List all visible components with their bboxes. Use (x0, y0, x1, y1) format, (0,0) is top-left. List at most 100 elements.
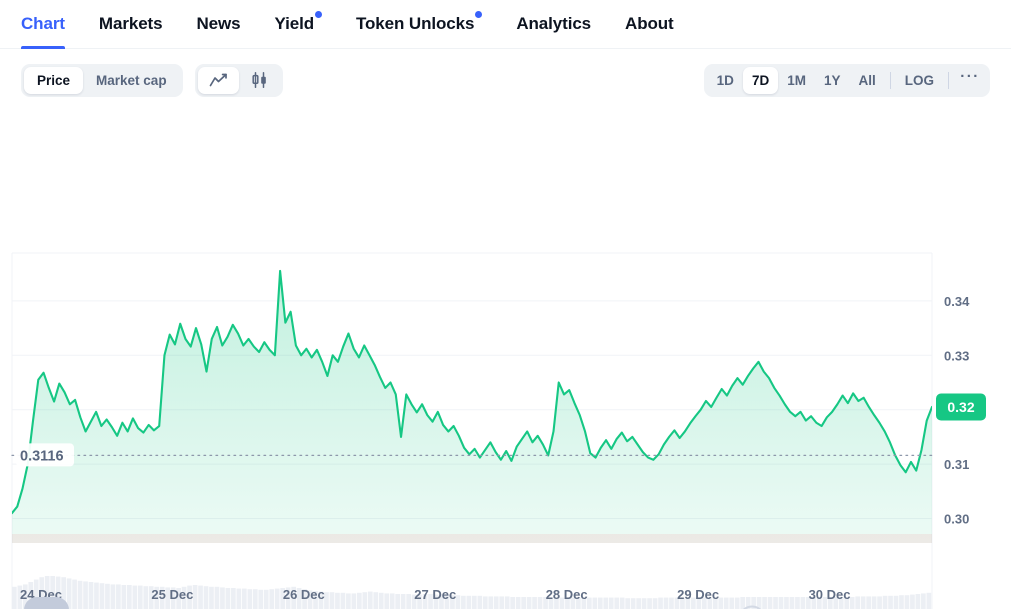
range-all-label: All (858, 72, 876, 88)
volume-bar (521, 597, 526, 609)
tab-about[interactable]: About (625, 0, 674, 49)
volume-bar (400, 594, 406, 609)
volume-bar (88, 582, 94, 609)
tab-chart[interactable]: Chart (21, 0, 65, 49)
range-1y-label: 1Y (823, 72, 841, 88)
volume-bar (274, 588, 280, 609)
log-scale-button[interactable]: LOG (896, 67, 943, 94)
volume-bar (329, 592, 335, 609)
volume-bar (137, 585, 143, 609)
tab-token-unlocks-label: Token Unlocks (355, 14, 475, 33)
volume-bar (652, 598, 658, 609)
reference-price-label: 0.3116 (20, 448, 64, 464)
range-all[interactable]: All (849, 67, 884, 94)
volume-bar (83, 581, 88, 609)
range-1y[interactable]: 1Y (815, 67, 850, 94)
range-7d[interactable]: 7D (742, 66, 779, 94)
volume-bar (466, 595, 472, 609)
volume-bar (734, 597, 740, 609)
volume-bar (647, 598, 652, 609)
x-axis-tick-label: 28 Dec (546, 587, 588, 602)
volume-bar (77, 580, 83, 609)
volume-bar (472, 595, 477, 609)
more-options-label: ··· (960, 68, 980, 85)
volume-bar (718, 597, 724, 609)
volume-bar (351, 593, 357, 609)
tab-markets-label: Markets (98, 14, 163, 33)
volume-bar (762, 597, 767, 609)
volume-bar (389, 593, 395, 609)
volume-bar (324, 592, 329, 609)
volume-bar (597, 597, 603, 609)
volume-bar (488, 596, 494, 609)
volume-bar (510, 597, 516, 609)
volume-bar (630, 598, 636, 609)
x-axis-tick-label: 25 Dec (151, 587, 193, 602)
volume-bar (263, 589, 269, 609)
volume-bar (729, 597, 735, 609)
volume-bar (619, 597, 625, 609)
tab-about-label: About (625, 14, 674, 33)
chart-type-toggle (194, 63, 283, 97)
nav-tabs: Chart Markets News Yield Token Unlocks A… (0, 0, 1011, 49)
metric-option-market-cap[interactable]: Market cap (83, 67, 180, 94)
line-chart-icon[interactable] (197, 66, 239, 94)
metric-option-price[interactable]: Price (24, 66, 84, 94)
toolbar-left-group: Price Market cap (21, 63, 283, 97)
volume-bar (362, 592, 368, 609)
volume-bar (225, 588, 231, 609)
partially-visible-button[interactable] (24, 597, 69, 609)
volume-bar (504, 596, 510, 609)
volume-bar (231, 588, 236, 609)
x-axis-tick-label: 26 Dec (283, 587, 325, 602)
x-axis-tick-label: 29 Dec (677, 587, 719, 602)
volume-bar (477, 595, 483, 609)
candlestick-chart-icon[interactable] (239, 67, 280, 94)
volume-bar (614, 597, 620, 609)
tab-news[interactable]: News (196, 0, 240, 49)
volume-bar (625, 598, 631, 609)
volume-bar (99, 583, 105, 609)
volume-bar (367, 591, 373, 609)
volume-bar (636, 598, 641, 609)
notification-dot-icon (475, 10, 483, 18)
more-options-icon[interactable]: ··· (954, 67, 986, 94)
range-1m[interactable]: 1M (778, 67, 815, 94)
volume-bar (515, 597, 521, 609)
volume-bar (247, 589, 253, 609)
volume-bar (340, 592, 346, 609)
volume-bar (532, 597, 537, 609)
tab-token-unlocks[interactable]: Token Unlocks (355, 0, 483, 49)
toolbar-divider (948, 71, 949, 89)
volume-bar (357, 592, 362, 609)
range-1m-label: 1M (787, 72, 806, 88)
y-axis-tick-label: 0.30 (944, 512, 969, 527)
y-axis-tick-label: 0.31 (944, 457, 969, 472)
volume-bar (493, 596, 499, 609)
tab-analytics[interactable]: Analytics (516, 0, 591, 49)
volume-bar (461, 595, 466, 609)
volume-bar (72, 579, 77, 609)
volume-bar (335, 592, 340, 609)
toolbar-right-group: 1D 7D 1M 1Y All LOG ··· (703, 63, 990, 97)
y-axis-tick-label: 0.34 (944, 294, 970, 309)
volume-bar (94, 582, 99, 609)
range-1d[interactable]: 1D (708, 67, 743, 94)
time-range-selector: 1D 7D 1M 1Y All LOG ··· (703, 63, 990, 97)
range-1d-label: 1D (716, 72, 734, 88)
metric-option-market-cap-label: Market cap (96, 72, 167, 88)
log-scale-label: LOG (904, 72, 934, 88)
price-chart-canvas[interactable]: CoinMarketCap 0.3116 0.340.330.320.310.3… (0, 111, 1011, 609)
volume-bar (587, 597, 592, 609)
metric-option-price-label: Price (37, 72, 71, 88)
volume-bar (482, 596, 488, 609)
volume-bar (378, 592, 384, 609)
tab-yield[interactable]: Yield (274, 0, 322, 49)
volume-bar (121, 585, 127, 609)
price-chart[interactable]: CoinMarketCap 0.3116 0.340.330.320.310.3… (0, 111, 1011, 609)
volume-bar (242, 588, 247, 609)
volume-bar (192, 585, 198, 609)
volume-bar (641, 598, 647, 609)
volume-bar (209, 586, 214, 609)
tab-markets[interactable]: Markets (99, 0, 163, 49)
